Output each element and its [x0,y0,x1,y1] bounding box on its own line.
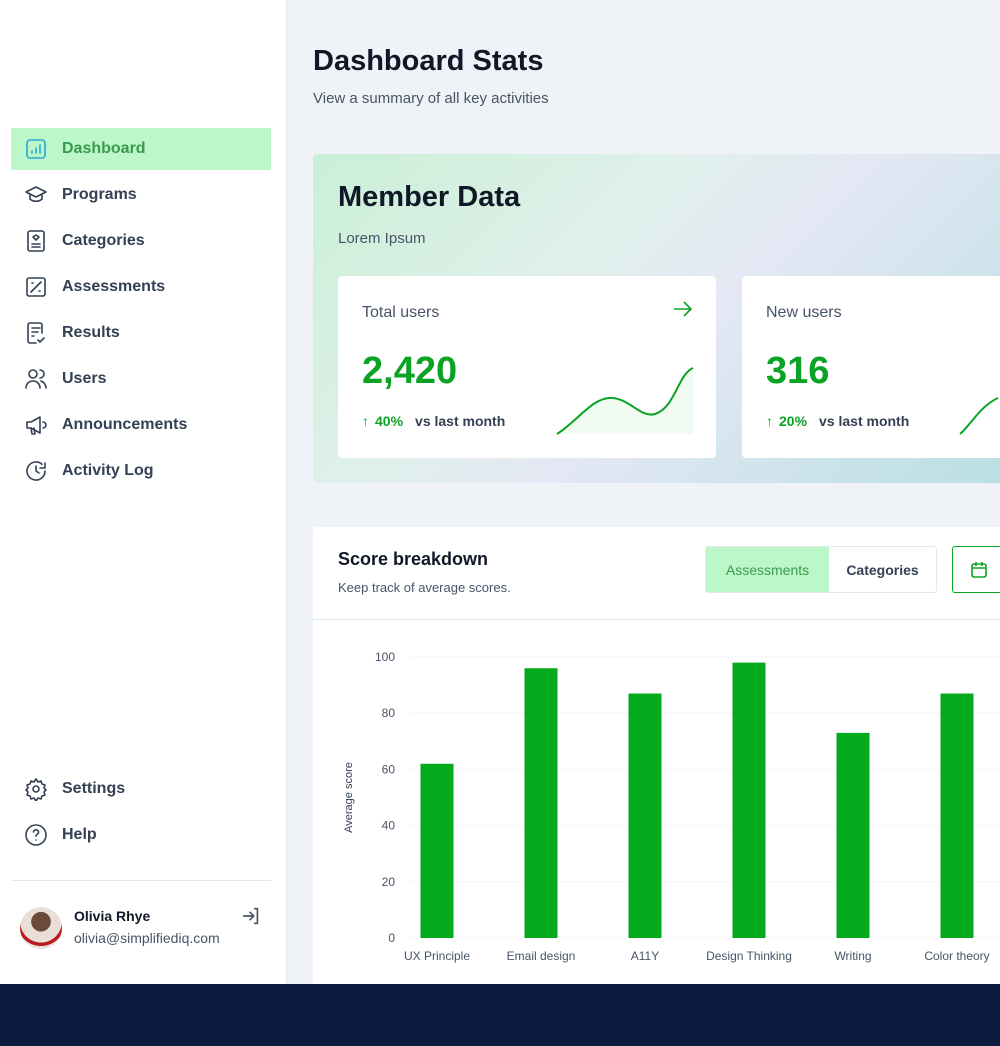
sparkline [959,397,999,435]
sidebar-item-label: Categories [62,232,145,249]
stat-label: New users [766,304,842,321]
user-name: Olivia Rhye [74,908,151,924]
avatar[interactable] [20,907,62,949]
bar-design-thinking [732,662,766,938]
stat-change: 40% [375,413,404,429]
x-tick-label: A11Y [631,949,659,963]
sidebar-item-settings[interactable]: Settings [11,768,271,810]
sparkline [556,367,694,435]
member-data-panel: Member Data Lorem Ipsum Total users 2,42… [313,154,1000,483]
results-icon [27,322,45,344]
user-email: olivia@simplifiediq.com [74,930,220,946]
sidebar-item-label: Help [62,826,97,843]
megaphone-icon [26,416,47,435]
sidebar-item-results[interactable]: Results [11,312,271,354]
sidebar-item-activity-log[interactable]: Activity Log [11,450,271,492]
sidebar-item-label: Results [62,324,120,341]
categories-icon [27,230,45,252]
bar-a11y [628,693,662,938]
graduation-cap-icon [25,186,47,203]
stat-compare: vs last month [415,413,506,429]
sidebar-item-label: Announcements [62,416,188,433]
page-subtitle: View a summary of all key activities [313,90,549,107]
bar-ux-principle [420,763,454,938]
y-tick-label: 0 [388,931,395,945]
y-tick-label: 60 [382,762,396,776]
arrow-right-icon[interactable] [672,300,694,318]
sidebar-item-dashboard[interactable]: Dashboard [11,128,271,170]
users-icon [25,369,47,389]
sidebar-item-label: Dashboard [62,140,146,157]
sidebar-item-announcements[interactable]: Announcements [11,404,271,446]
assessment-icon [26,277,46,297]
y-tick-label: 80 [382,706,396,720]
stat-value: 2,420 [362,350,458,392]
y-tick-label: 100 [375,650,395,664]
bar-email-design [524,668,558,938]
sidebar-item-assessments[interactable]: Assessments [11,266,271,308]
sidebar-item-label: Settings [62,780,126,797]
sidebar-item-label: Assessments [62,278,166,295]
member-subtitle: Lorem Ipsum [338,230,426,247]
sidebar-item-users[interactable]: Users [11,358,271,400]
arrow-up-icon: ↑ [362,413,369,429]
stat-card-new-users[interactable]: New users 316 ↑ 20% vs last month [742,276,1000,458]
stat-label: Total users [362,304,440,321]
bar-color-theory [940,693,974,938]
footer-bar [0,984,1000,1046]
stat-compare: vs last month [819,413,910,429]
sidebar: Dashboard Programs Categories Assessments Re… [0,0,287,984]
x-tick-label: Design Thinking [706,949,792,963]
help-icon [25,824,47,846]
score-breakdown-panel: Score breakdown Keep track of average sc… [313,527,1000,984]
logout-icon[interactable] [240,905,262,927]
member-title: Member Data [338,181,521,213]
arrow-up-icon: ↑ [766,413,773,429]
sidebar-item-categories[interactable]: Categories [11,220,271,262]
stat-card-total-users[interactable]: Total users 2,420 ↑ 40% vs last month [338,276,716,458]
y-axis-label: Average score [343,762,355,833]
bar-writing [836,732,870,938]
tab-categories[interactable]: Categories [829,547,936,592]
score-bar-chart: 0 20 40 60 80 100 Average score UX Principle Ema… [343,650,1000,963]
divider [313,619,1000,620]
x-tick-label: UX Principle [404,949,470,963]
page-title: Dashboard Stats [313,45,544,77]
score-tabs: Assessments Categories [705,546,937,593]
y-tick-label: 40 [382,819,396,833]
sidebar-item-label: Programs [62,186,137,203]
score-subtitle: Keep track of average scores. [338,580,511,595]
sidebar-item-label: Users [62,370,107,387]
calendar-icon [971,561,987,578]
x-tick-label: Writing [834,949,871,963]
stat-value: 316 [766,350,830,392]
score-title: Score breakdown [338,549,489,569]
x-tick-label: Email design [507,949,576,963]
sidebar-item-help[interactable]: Help [11,814,271,856]
stat-change: 20% [779,413,808,429]
sidebar-item-label: Activity Log [62,462,154,479]
sidebar-item-programs[interactable]: Programs [11,174,271,216]
x-tick-label: Color theory [924,949,989,963]
clock-icon [26,461,46,481]
divider [11,880,271,881]
tab-assessments[interactable]: Assessments [706,547,829,592]
y-tick-label: 20 [382,875,396,889]
gear-icon [25,778,47,801]
date-picker-button[interactable] [952,546,1000,593]
dashboard-icon [26,139,46,159]
